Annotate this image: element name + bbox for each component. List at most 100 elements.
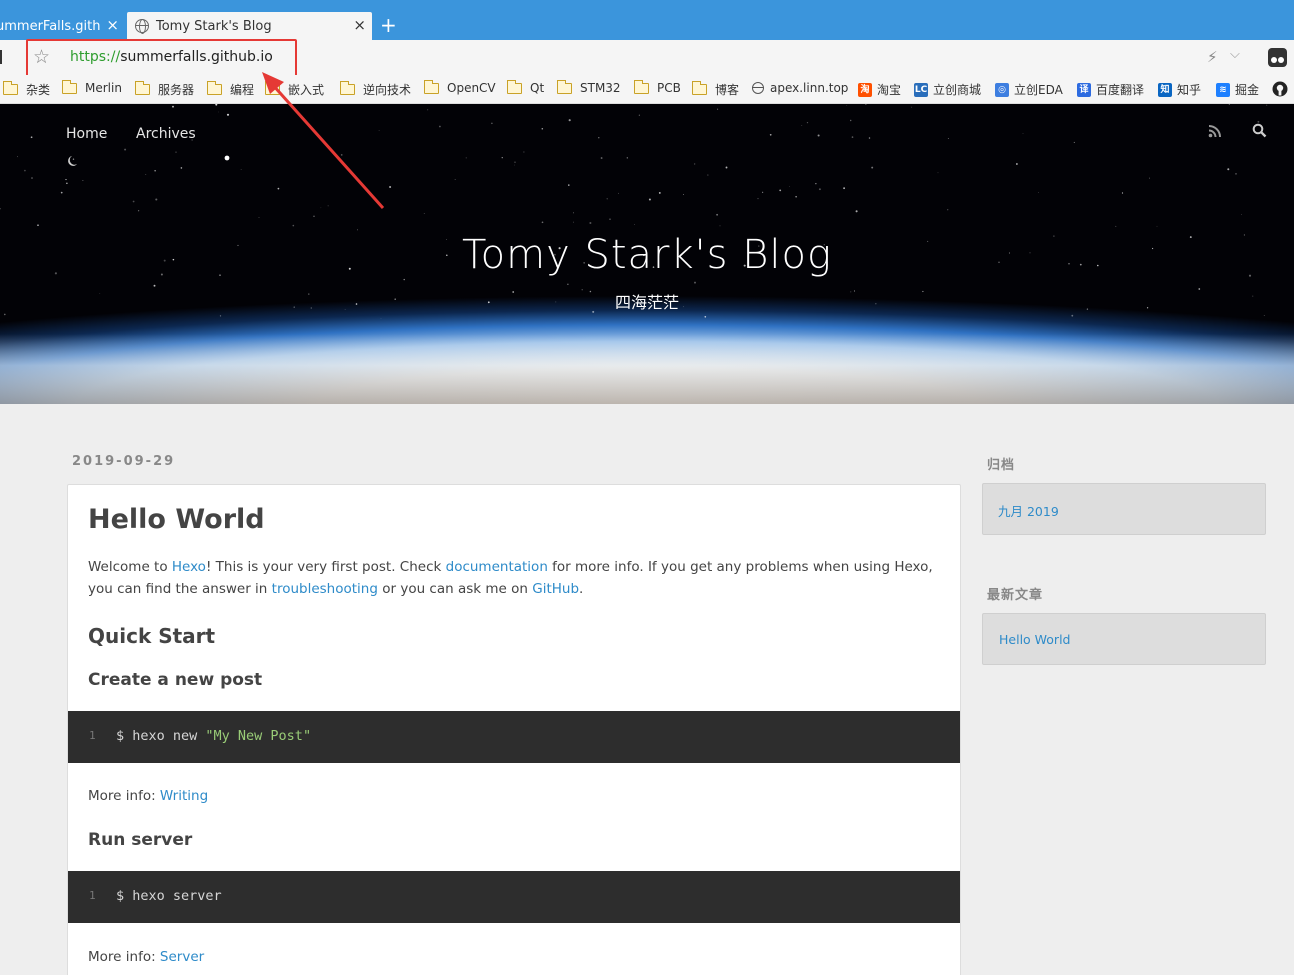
post-date: 2019-09-29 [72, 454, 176, 469]
bookmark-label: 立创EDA [1014, 83, 1063, 97]
folder-icon [135, 81, 150, 95]
bookmark-item[interactable]: OpenCV [424, 79, 496, 95]
recent-posts-widget: Hello World [982, 613, 1266, 665]
back-button-edge[interactable] [0, 50, 2, 64]
intro-text: ! This is your very first post. Check [205, 559, 446, 575]
lceda-icon: ◎ [995, 82, 1009, 97]
bookmark-label: 逆向技术 [363, 83, 412, 97]
bookmark-label: 编程 [230, 83, 255, 97]
bookmark-label: 博客 [715, 83, 740, 97]
annotation-highlight-box [26, 39, 297, 77]
code-block: 1 $ hexo server [68, 871, 960, 923]
folder-icon [265, 81, 280, 95]
archive-widget: 九月 2019 [982, 483, 1266, 535]
earth-clouds [0, 334, 1294, 404]
documentation-link[interactable]: documentation [446, 559, 548, 575]
baidu-translate-icon: 译 [1077, 82, 1091, 97]
tab-bar: ummerFalls.github.io × Tomy Stark's Blog… [0, 0, 1294, 40]
bookmark-item[interactable]: apex.linn.top [752, 81, 848, 95]
bookmark-label: 服务器 [158, 83, 195, 97]
quick-start-heading: Quick Start [88, 624, 216, 648]
recent-post-link[interactable]: Hello World [999, 632, 1070, 647]
bookmark-item[interactable]: STM32 [557, 79, 621, 95]
globe-icon [752, 82, 764, 94]
hero-banner: Home Archives Tomy Stark's Blog 四海茫茫 [0, 104, 1294, 404]
github-link[interactable]: GitHub [532, 581, 579, 597]
archive-month-link[interactable]: 九月 2019 [998, 501, 1059, 520]
post-intro: Welcome to Hexo! This is your very first… [88, 556, 948, 600]
bookmark-item[interactable]: Qt [507, 79, 544, 95]
rss-icon[interactable] [1208, 124, 1222, 138]
bookmarks-bar: 杂类 Merlin 服务器 编程 嵌入式 逆向技术 OpenCV Qt STM32 PCB 博客 ap… [0, 75, 1294, 104]
bookmark-item[interactable]: ≋ 掘金 [1216, 81, 1259, 98]
line-number: 1 [89, 729, 96, 742]
bookmark-label: 杂类 [26, 83, 51, 97]
intro-text: or you can ask me on [377, 581, 533, 597]
nav-archives[interactable]: Archives [136, 126, 196, 142]
post-title[interactable]: Hello World [88, 504, 265, 535]
folder-icon [62, 79, 77, 94]
code-command: $ hexo server [116, 888, 222, 904]
folder-icon [507, 79, 522, 94]
bookmark-label: OpenCV [447, 81, 496, 95]
blog-subtitle: 四海茫茫 [614, 293, 679, 312]
bookmark-label: STM32 [580, 81, 621, 95]
folder-icon [3, 81, 18, 95]
folder-icon [557, 79, 572, 94]
hexo-link[interactable]: Hexo [172, 559, 206, 575]
folder-icon [340, 81, 355, 95]
folder-icon [207, 81, 222, 95]
intro-text: . [579, 581, 584, 597]
folder-icon [634, 79, 649, 94]
folder-icon [692, 81, 707, 95]
globe-icon [135, 19, 149, 34]
tab-tomy-stark-blog[interactable]: Tomy Stark's Blog × [127, 12, 372, 40]
archive-widget-title: 归档 [987, 458, 1016, 473]
zhihu-icon: 知 [1158, 82, 1172, 97]
nav-home[interactable]: Home [66, 126, 107, 142]
tab-summerfalls[interactable]: ummerFalls.github.io × [0, 12, 127, 40]
code-line: $ hexo new "My New Post" [116, 728, 311, 744]
bookmark-item[interactable]: Merlin [62, 79, 122, 95]
bookmark-item[interactable]: 嵌入式 [265, 81, 324, 98]
bookmark-item[interactable]: LC 立创商城 [914, 81, 981, 98]
bookmark-item[interactable]: 博客 [692, 81, 739, 98]
bookmark-item[interactable]: 服务器 [135, 81, 194, 98]
more-info-label: More info: [88, 788, 160, 804]
writing-link[interactable]: Writing [160, 788, 208, 804]
chevron-down-icon[interactable]: ⌵ [1230, 47, 1240, 62]
bookmark-label: Merlin [85, 81, 122, 95]
juejin-icon: ≋ [1216, 82, 1230, 97]
more-info: More info: Writing [88, 788, 208, 804]
bookmark-label: 百度翻译 [1096, 83, 1145, 97]
bookmark-item[interactable]: 知知乎 [1158, 81, 1201, 98]
github-icon[interactable] [1272, 81, 1288, 97]
code-string: "My New Post" [205, 728, 312, 744]
lightning-icon[interactable]: ⚡ [1207, 48, 1218, 66]
bookmark-item[interactable]: ◎ 立创EDA [995, 81, 1063, 98]
bookmark-label: 知乎 [1177, 83, 1202, 97]
bookmark-label: 嵌入式 [288, 83, 325, 97]
extension-icon[interactable] [1268, 48, 1287, 67]
taobao-icon: 淘 [858, 82, 872, 97]
folder-icon [424, 79, 439, 94]
close-icon[interactable]: × [353, 15, 366, 35]
section-heading: Create a new post [88, 670, 263, 690]
bookmark-item[interactable]: 译百度翻译 [1077, 81, 1144, 98]
close-icon[interactable]: × [106, 15, 119, 35]
troubleshooting-link[interactable]: troubleshooting [272, 581, 378, 597]
search-icon[interactable] [1252, 123, 1267, 138]
bookmark-label: 掘金 [1235, 83, 1260, 97]
blog-title: Tomy Stark's Blog [462, 232, 832, 278]
bookmark-item[interactable]: 杂类 [3, 81, 50, 98]
bookmark-item[interactable]: 淘淘宝 [858, 81, 901, 98]
server-link[interactable]: Server [160, 949, 204, 965]
bookmark-item[interactable]: PCB [634, 79, 681, 95]
bookmark-item[interactable]: 编程 [207, 81, 254, 98]
tab-title: ummerFalls.github.io [0, 18, 100, 34]
code-line: $ hexo server [116, 888, 222, 904]
bookmark-item[interactable]: 逆向技术 [340, 81, 411, 98]
new-tab-button[interactable]: + [380, 13, 397, 37]
lcsc-icon: LC [914, 82, 928, 97]
more-info-label: More info: [88, 949, 160, 965]
